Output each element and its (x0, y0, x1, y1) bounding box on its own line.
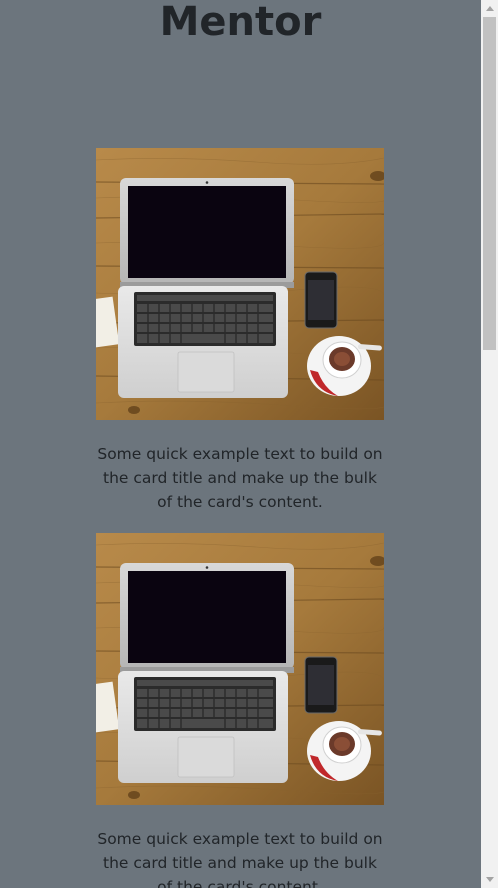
card-text: Some quick example text to build on the … (97, 445, 383, 511)
card-text: Some quick example text to build on the … (97, 830, 383, 888)
vertical-scrollbar[interactable] (481, 0, 498, 888)
card-image (96, 148, 384, 420)
card: Some quick example text to build on the … (96, 148, 384, 514)
scrollbar-thumb[interactable] (483, 17, 496, 350)
page-title: Mentor (159, 0, 322, 45)
scroll-down-arrow-icon[interactable] (481, 871, 498, 888)
page: Mentor Some quick example text to build … (0, 0, 481, 888)
card: Some quick example text to build on the … (96, 533, 384, 888)
card-image (96, 533, 384, 805)
scroll-up-arrow-icon[interactable] (481, 0, 498, 17)
